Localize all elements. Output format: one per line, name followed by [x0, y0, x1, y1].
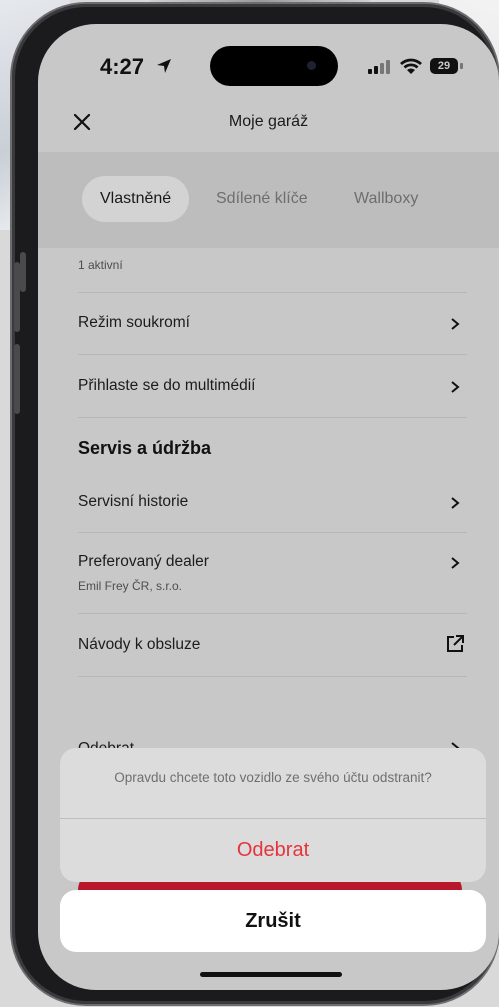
phone-frame: 4:27 29 Moje garáž Vlastněné Sdílené klí…: [12, 4, 499, 1004]
mute-switch: [20, 252, 26, 292]
list-item-label: Servisní historie: [78, 493, 189, 510]
tab-bar: Vlastněné Sdílené klíče Wallboxy: [38, 152, 499, 248]
list-item-manuals[interactable]: Návody k obsluze: [78, 614, 467, 677]
remove-button[interactable]: Odebrat: [60, 818, 486, 882]
volume-up-button: [14, 262, 20, 332]
list-item-label: Návody k obsluze: [78, 636, 201, 653]
chevron-right-icon: [451, 318, 460, 330]
list-item-online-services[interactable]: 1 aktivní: [78, 248, 467, 293]
action-sheet: Opravdu chcete toto vozidlo ze svého účt…: [60, 748, 486, 882]
page-title: Moje garáž: [228, 113, 309, 130]
status-time: 4:27: [100, 54, 145, 79]
external-link-icon: [447, 635, 464, 652]
tab-shared-keys[interactable]: Sdílené klíče: [216, 176, 308, 222]
wifi-icon: [400, 58, 422, 74]
chevron-right-icon: [451, 381, 460, 393]
battery-icon: 29: [430, 58, 458, 74]
list-item-privacy-mode[interactable]: Režim soukromí: [78, 292, 467, 355]
list-item-label: Přihlaste se do multimédií: [78, 377, 256, 394]
list-item-label: Režim soukromí: [78, 314, 190, 331]
list-item-service-history[interactable]: Servisní historie: [78, 472, 467, 533]
list-item-label: Preferovaný dealer: [78, 553, 209, 570]
status-bar: 4:27 29: [38, 24, 499, 114]
section-title-service: Servis a údržba: [78, 438, 212, 458]
home-indicator[interactable]: [200, 972, 342, 977]
phone-screen: 4:27 29 Moje garáž Vlastněné Sdílené klí…: [38, 24, 499, 990]
tab-owned[interactable]: Vlastněné: [82, 176, 190, 222]
cancel-button[interactable]: Zrušit: [60, 890, 486, 952]
cellular-signal-icon: [368, 60, 390, 74]
action-sheet-message: Opravdu chcete toto vozidlo ze svého účt…: [114, 770, 432, 785]
dynamic-island: [210, 46, 338, 86]
battery-tip: [460, 63, 463, 69]
camera-dot: [307, 61, 316, 70]
volume-down-button: [14, 344, 20, 414]
list-item-subtitle: 1 aktivní: [78, 258, 123, 272]
list-item-preferred-dealer[interactable]: Preferovaný dealer Emil Frey ČR, s.r.o.: [78, 533, 467, 614]
chevron-right-icon: [451, 497, 460, 509]
list-item-multimedia-login[interactable]: Přihlaste se do multimédií: [78, 355, 467, 418]
location-arrow-icon: [157, 59, 171, 73]
chevron-right-icon: [451, 557, 460, 569]
tab-wallboxes[interactable]: Wallboxy: [354, 176, 418, 222]
list-item-subtitle: Emil Frey ČR, s.r.o.: [78, 579, 183, 593]
